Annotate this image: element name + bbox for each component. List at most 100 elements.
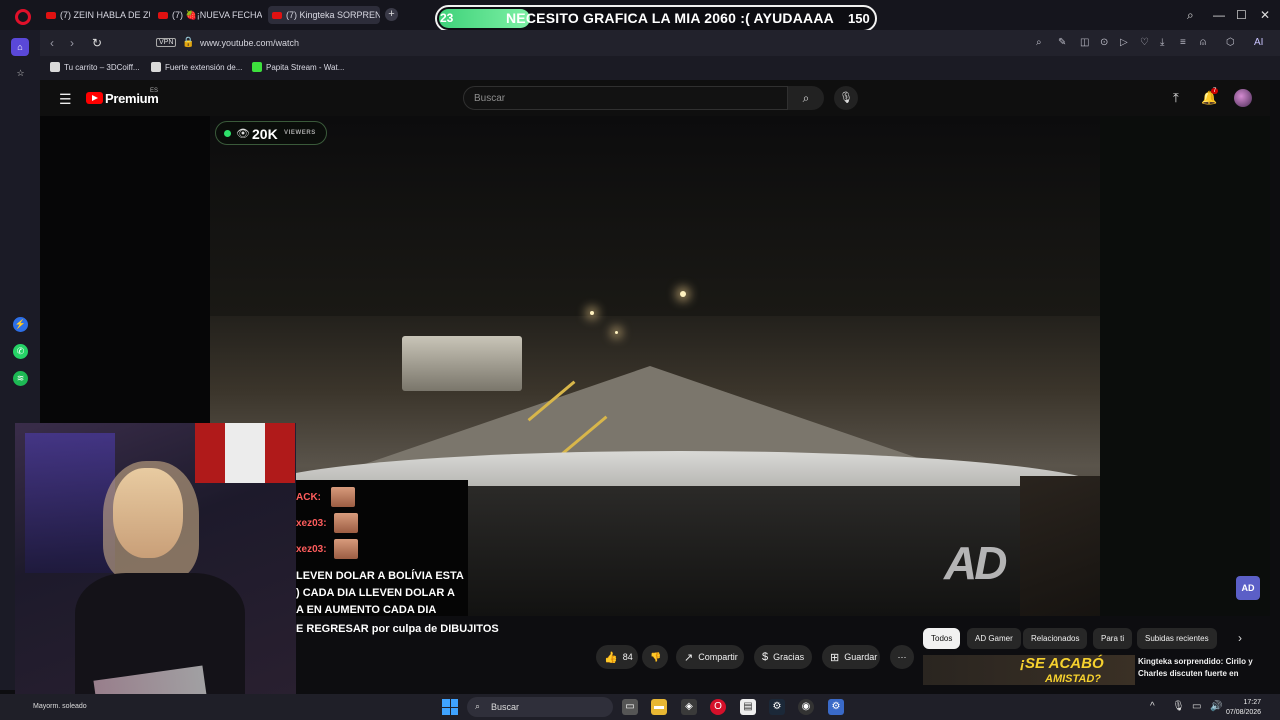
extensions-icon[interactable]: ⬡ [1226, 37, 1235, 48]
chip-subidas-recientes[interactable]: Subidas recientes [1137, 628, 1217, 649]
opera-taskbar-icon[interactable]: O [710, 699, 726, 715]
download-icon[interactable]: ⤓ [1160, 37, 1164, 48]
live-dot-icon [224, 130, 231, 137]
volume-icon[interactable]: 🔊 [1210, 701, 1222, 712]
save-button[interactable]: ⊞ Guardar [822, 645, 880, 669]
app-icon[interactable]: ◈ [681, 699, 697, 715]
recommended-video-title[interactable]: Kingteka sorprendido: Cirilo y Charles d… [1138, 656, 1266, 680]
minimize-button[interactable]: — [1213, 8, 1225, 22]
settings-icon[interactable]: ⚙ [828, 699, 844, 715]
tab-label: (7) Kingteka SORPREN [286, 10, 380, 20]
obs-icon[interactable]: ◉ [798, 699, 814, 715]
street-light [615, 331, 618, 334]
weather-widget[interactable]: Mayorm. soleado [33, 703, 87, 710]
channel-badge[interactable]: AD [1236, 576, 1260, 600]
region-code: ES [150, 88, 159, 94]
bookmark-favicon-icon [252, 62, 262, 72]
tab-label: (7) 🍓¡NUEVA FECHA pa [172, 9, 262, 20]
menu-icon[interactable]: ≡ [1180, 37, 1186, 48]
tab-zein[interactable]: (7) ZEIN HABLA DE ZULLY [46, 6, 150, 24]
like-count: 84 [622, 652, 633, 662]
windows-start-icon[interactable] [442, 699, 458, 715]
file-explorer-icon[interactable]: ▬ [651, 699, 667, 715]
chip-para-ti[interactable]: Para ti [1093, 628, 1133, 649]
chip-ad-gamer[interactable]: AD Gamer [967, 628, 1021, 649]
bookmark-favicon-icon [50, 62, 60, 72]
hamburger-menu-icon[interactable]: ☰ [59, 91, 72, 108]
bookmarks-bar: Tu carrito – 3DCoiff... Fuerte extensión… [40, 56, 1280, 80]
share-icon: ↗ [684, 651, 694, 664]
taskbar-clock[interactable]: 17:27 07/08/2026 [1226, 698, 1261, 718]
messenger-icon[interactable]: ⚡ [13, 317, 28, 332]
night-sky [210, 116, 1100, 316]
youtube-icon [46, 11, 56, 19]
opera-logo-icon[interactable] [15, 9, 31, 25]
taskbar-search[interactable]: ⌕ Buscar [467, 697, 613, 717]
streamer-face [113, 468, 183, 558]
display-icon[interactable]: ▭ [1192, 701, 1201, 712]
thumbnail-text-2: AMISTAD? [1045, 673, 1102, 685]
share-label: Compartir [698, 652, 738, 662]
chip-relacionados[interactable]: Relacionados [1023, 628, 1088, 649]
youtube-logo-icon[interactable] [86, 92, 103, 104]
microphone-tray-icon[interactable]: 🎙 [1172, 701, 1185, 712]
dislike-button[interactable]: 👎 [642, 645, 668, 669]
spotify-icon[interactable]: ≋ [13, 371, 28, 386]
save-label: Guardar [844, 652, 878, 662]
back-button[interactable]: ‹ [50, 36, 54, 50]
whatsapp-icon[interactable]: ✆ [13, 344, 28, 359]
more-icon: ⋯ [897, 651, 907, 662]
search-icon[interactable]: ⌕ [1036, 37, 1042, 48]
search-icon: ⌕ [475, 701, 481, 711]
search-input[interactable]: Buscar [463, 86, 788, 110]
chip-todos[interactable]: Todos [923, 628, 961, 649]
maximize-button[interactable]: ☐ [1236, 8, 1247, 22]
bookmark-favicon-icon [151, 62, 161, 72]
reload-icon[interactable]: ↻ [92, 36, 102, 50]
more-actions-button[interactable]: ⋯ [890, 645, 914, 669]
taskbar-search-label: Buscar [491, 702, 520, 712]
tab-nueva-fecha[interactable]: (7) 🍓¡NUEVA FECHA pa [158, 6, 262, 24]
thumbs-down-icon: 👎 [650, 651, 662, 662]
steam-icon[interactable]: ⚙ [769, 699, 785, 715]
upload-icon[interactable]: ⤒ [1173, 90, 1179, 106]
task-view-icon[interactable]: ▭ [622, 699, 638, 715]
new-tab-button[interactable]: + [385, 8, 398, 21]
vpn-badge[interactable]: VPN [156, 38, 177, 47]
chat-username: ACK: [296, 492, 321, 503]
profile-icon[interactable]: ⍝ [1200, 37, 1206, 48]
bookmark-label: Fuerte extensión de... [165, 62, 243, 72]
search-button[interactable]: ⌕ [788, 86, 824, 110]
thumbs-up-icon: 👍 [604, 651, 618, 664]
home-icon[interactable]: ⌂ [11, 38, 29, 56]
microphone-icon[interactable]: 🎙 [834, 86, 858, 110]
bookmark-item[interactable]: Papita Stream - Wat... [252, 62, 344, 72]
notes-icon[interactable]: ▤ [740, 699, 756, 715]
url-field[interactable]: www.youtube.com/watch [200, 38, 299, 48]
chat-username: xez03: [296, 544, 327, 555]
close-button[interactable]: ✕ [1260, 8, 1270, 22]
clock-time: 17:27 [1243, 699, 1262, 706]
chevron-right-icon[interactable]: › [1238, 631, 1242, 645]
bookmark-label: Tu carrito – 3DCoiff... [64, 62, 140, 72]
bookmark-item[interactable]: Tu carrito – 3DCoiff... [50, 62, 140, 72]
share-button[interactable]: ↗ Compartir [676, 645, 744, 669]
tracker-icon[interactable]: ⊙ [1100, 37, 1108, 48]
viewer-label: VIEWERS [284, 130, 316, 136]
donation-goal: 150 [848, 11, 870, 26]
ai-button[interactable]: AI [1254, 37, 1263, 48]
like-button[interactable]: 👍 84 [596, 645, 638, 669]
tray-chevron-icon[interactable]: ^ [1150, 701, 1155, 712]
thanks-icon: $ [762, 651, 769, 663]
bookmark-item[interactable]: Fuerte extensión de... [151, 62, 242, 72]
thanks-button[interactable]: $ Gracias [754, 645, 812, 669]
bookmark-icon[interactable]: ♡ [1140, 37, 1149, 48]
avatar[interactable] [1234, 89, 1252, 107]
forward-button[interactable]: › [70, 36, 74, 50]
snapshot-icon[interactable]: ◫ [1080, 37, 1089, 48]
tab-kingteka[interactable]: (7) Kingteka SORPREN [268, 6, 380, 24]
edit-icon[interactable]: ✎ [1058, 37, 1066, 48]
play-icon[interactable]: ▷ [1120, 37, 1128, 48]
tab-search-icon[interactable]: ⌕ [1187, 8, 1194, 23]
pinboard-icon[interactable]: ☆ [13, 66, 28, 81]
